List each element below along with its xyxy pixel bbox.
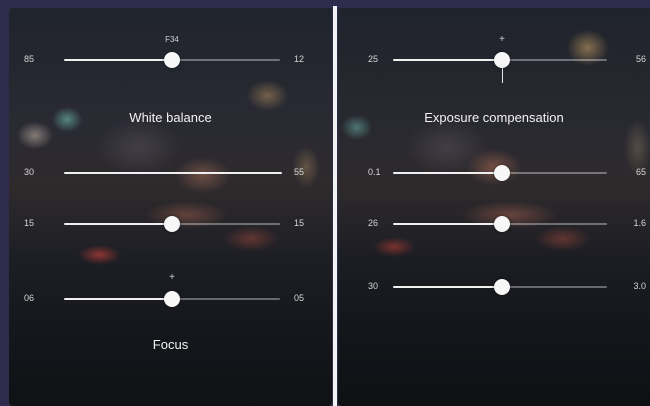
slider-track-filled [64, 172, 282, 174]
app-frame: 85 12 F34 White balance 30 55 15 15 06 0… [0, 0, 650, 406]
slider-min-value: 06 [24, 293, 35, 303]
slider-track-filled [393, 59, 502, 61]
slider-track-filled [64, 59, 172, 61]
slider-min-value: 15 [24, 218, 35, 228]
right-slider-2[interactable]: 0.1 65 [368, 163, 646, 183]
slider-marker-label: + [499, 34, 505, 45]
slider-thumb[interactable] [164, 216, 180, 232]
slider-marker-label: + [169, 272, 175, 283]
slider-track-filled [64, 223, 172, 225]
right-camera-panel: 25 56 + Exposure compensation 0.1 65 26 … [338, 8, 650, 406]
slider-thumb[interactable] [494, 279, 510, 295]
slider-min-value: 25 [368, 54, 379, 64]
slider-track-empty [502, 59, 607, 61]
left-slider-3[interactable]: 15 15 [24, 214, 304, 234]
focus-title: Focus [152, 337, 189, 352]
slider-thumb[interactable] [494, 52, 510, 68]
slider-track-filled [393, 286, 502, 288]
slider-track-filled [393, 223, 502, 225]
panel-divider [333, 6, 337, 406]
slider-min-value: 26 [368, 218, 379, 228]
right-slider-1[interactable]: 25 56 + [368, 34, 646, 83]
white-balance-title: White balance [129, 110, 212, 125]
slider-max-value: 12 [293, 54, 304, 64]
slider-track-empty [502, 172, 607, 174]
slider-min-value: 0.1 [368, 167, 381, 177]
slider-thumb[interactable] [164, 52, 180, 68]
left-slider-1[interactable]: 85 12 F34 [24, 35, 304, 70]
left-camera-panel: 85 12 F34 White balance 30 55 15 15 06 0… [9, 8, 332, 406]
slider-max-value: 3.0 [633, 281, 646, 291]
slider-max-value: 05 [293, 293, 304, 303]
right-slider-3[interactable]: 26 1.6 [368, 214, 646, 234]
slider-max-value: 15 [293, 218, 304, 228]
slider-min-value: 30 [368, 281, 379, 291]
slider-thumb[interactable] [494, 165, 510, 181]
slider-track-empty [172, 223, 280, 225]
left-slider-4[interactable]: 06 05 + [24, 272, 304, 309]
slider-thumb[interactable] [164, 291, 180, 307]
slider-thumb[interactable] [494, 216, 510, 232]
left-slider-2[interactable]: 30 55 [24, 163, 304, 183]
slider-track-empty [172, 298, 280, 300]
slider-min-value: 30 [24, 167, 35, 177]
slider-track-filled [64, 298, 172, 300]
slider-track-empty [502, 223, 607, 225]
slider-max-value: 65 [635, 167, 646, 177]
slider-marker-label: F34 [165, 35, 179, 44]
slider-max-value: 1.6 [633, 218, 646, 228]
slider-track-empty [172, 59, 280, 61]
slider-max-value: 55 [293, 167, 304, 177]
exposure-compensation-title: Exposure compensation [424, 110, 564, 125]
slider-value-indicator [502, 68, 503, 83]
right-slider-4[interactable]: 30 3.0 [368, 277, 646, 297]
slider-max-value: 56 [635, 54, 646, 64]
slider-track-filled [393, 172, 502, 174]
slider-track-empty [502, 286, 607, 288]
slider-min-value: 85 [24, 54, 35, 64]
